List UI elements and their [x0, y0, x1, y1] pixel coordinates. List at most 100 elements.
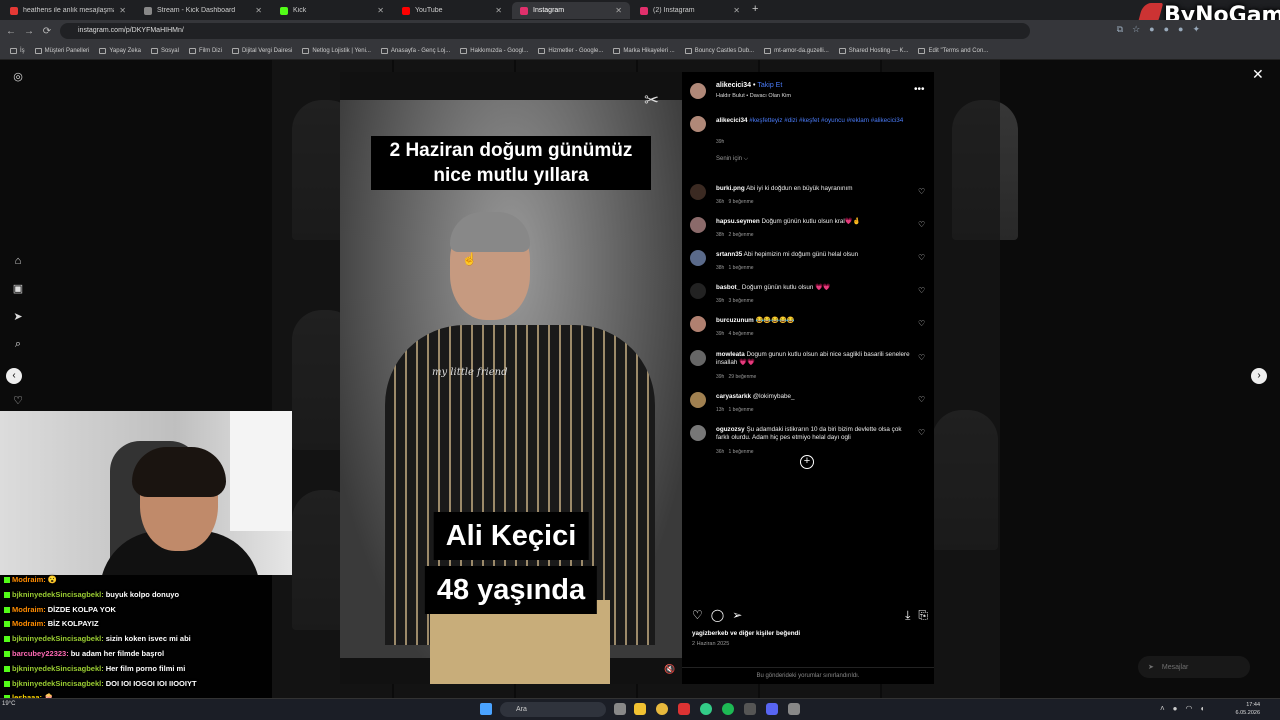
home-icon[interactable]: ⌂ [10, 255, 26, 267]
avatar[interactable] [690, 250, 706, 266]
back-icon[interactable]: ← [4, 26, 18, 37]
comment-username[interactable]: mowleata [716, 351, 745, 358]
comment-username[interactable]: oguzozsy [716, 426, 745, 433]
bookmark-item[interactable]: İş [10, 47, 25, 54]
heart-icon[interactable]: ♡ [918, 353, 925, 362]
instagram-logo-icon[interactable]: ◎ [10, 70, 26, 83]
windows-start-icon[interactable] [480, 703, 492, 715]
extension-icon[interactable]: ● [1149, 24, 1154, 35]
like-icon[interactable]: ♡ [692, 608, 703, 622]
app-icon[interactable] [788, 703, 800, 715]
app-icon[interactable] [678, 703, 690, 715]
network-icon[interactable]: ◠ [1186, 704, 1193, 713]
bookmark-item[interactable]: Edit "Terms and Con... [918, 47, 988, 54]
tab-instagram-2[interactable]: (2) Instagram ✕ [632, 2, 748, 19]
heart-icon[interactable]: ♡ [918, 253, 925, 262]
install-icon[interactable]: ⧉ [1117, 24, 1123, 35]
taskbar-search[interactable]: Ara [500, 702, 606, 717]
sort-dropdown[interactable]: Senin için ⌵ [716, 156, 748, 163]
volume-icon[interactable]: ◐ [1201, 704, 1206, 713]
comment-likes[interactable]: 9 beğenme [729, 199, 754, 205]
bookmark-star-icon[interactable]: ☆ [1132, 24, 1140, 35]
save-icon[interactable]: ⎘ [918, 608, 928, 622]
bookmark-item[interactable]: Film Dizi [188, 47, 222, 54]
share-icon[interactable]: ➢ [732, 608, 742, 622]
avatar[interactable] [690, 83, 706, 99]
tab-heathens[interactable]: heathens ile anlık mesajlaşma ✕ [2, 2, 134, 19]
comment-icon[interactable]: ◯ [711, 608, 724, 622]
author-username[interactable]: alikecici34 [716, 82, 751, 89]
puzzle-icon[interactable]: ✦ [1192, 24, 1200, 35]
comment-likes[interactable]: 1 beğenme [729, 449, 754, 455]
comment-username[interactable]: burki.png [716, 185, 745, 192]
tab-close-icon[interactable]: ✕ [495, 6, 502, 15]
search-icon[interactable]: ⌕ [10, 338, 26, 351]
tab-youtube[interactable]: YouTube ✕ [394, 2, 510, 19]
chevron-up-icon[interactable]: ˄ [1160, 704, 1165, 713]
heart-icon[interactable]: ♡ [918, 319, 925, 328]
tab-close-icon[interactable]: ✕ [255, 6, 262, 15]
bookmark-item[interactable]: Yapay Zeka [99, 47, 141, 54]
heart-icon[interactable]: ♡ [918, 187, 925, 196]
mute-icon[interactable]: 🔇 [664, 664, 675, 675]
caption-hashtags[interactable]: #keşfetteyiz #dizi #keşfet #oyuncu #rekl… [749, 117, 903, 124]
spotify-icon[interactable] [722, 703, 734, 715]
avatar[interactable] [690, 392, 706, 408]
comment-likes[interactable]: 1 beğenme [729, 407, 754, 413]
weather-widget[interactable]: 19°C [2, 701, 15, 707]
more-options-icon[interactable]: ••• [914, 84, 925, 95]
bookmark-item[interactable]: Sosyal [150, 47, 179, 54]
new-tab-button[interactable]: + [752, 3, 758, 15]
comment-username[interactable]: burcuzunum [716, 317, 754, 324]
comment-username[interactable]: srtann35 [716, 251, 742, 258]
next-post-button[interactable]: › [1251, 368, 1267, 384]
comment-username[interactable]: basbot_ [716, 284, 740, 291]
bookmark-item[interactable]: Anasayfa - Genç Loj... [380, 47, 450, 54]
extension-icon[interactable]: ● [1164, 24, 1169, 35]
bookmark-item[interactable]: mt-amor-da.guzelli... [764, 47, 829, 54]
file-explorer-icon[interactable] [634, 703, 646, 715]
avatar[interactable] [690, 425, 706, 441]
bookmark-item[interactable]: Hakkımızda - Googl... [460, 47, 528, 54]
app-icon[interactable] [744, 703, 756, 715]
comment-likes[interactable]: 4 beğenme [729, 331, 754, 337]
avatar[interactable] [690, 350, 706, 366]
forward-icon[interactable]: → [22, 26, 36, 37]
bookmark-item[interactable]: Müşteri Panelleri [34, 47, 89, 54]
comment-likes[interactable]: 1 beğenme [729, 265, 754, 271]
bookmark-item[interactable]: Dijital Vergi Dairesi [231, 47, 292, 54]
avatar[interactable] [690, 184, 706, 200]
close-modal-button[interactable]: ✕ [1252, 66, 1264, 83]
reload-icon[interactable]: ⟳ [40, 26, 54, 37]
comment-likes[interactable]: 2 beğenme [729, 232, 754, 238]
bookmark-item[interactable]: Netlog Lojistik | Yeni... [302, 47, 371, 54]
heart-icon[interactable]: ♡ [918, 395, 925, 404]
avatar[interactable] [690, 316, 706, 332]
bookmark-item[interactable]: Bouncy Castles Dub... [684, 47, 754, 54]
tab-kick[interactable]: Kick ✕ [272, 2, 392, 19]
reel-video[interactable]: ✂ 2 Haziran doğum günümüz nice mutlu yıl… [340, 72, 682, 684]
heart-icon[interactable]: ♡ [918, 286, 925, 295]
bookmark-item[interactable]: Hizmetler - Google... [538, 47, 603, 54]
tab-kick-dashboard[interactable]: Stream - Kick Dashboard ✕ [136, 2, 270, 19]
chrome-icon[interactable] [700, 703, 712, 715]
avatar[interactable] [690, 283, 706, 299]
url-field[interactable]: instagram.com/p/DKYFMaHIHMn/ [60, 23, 1030, 39]
mic-icon[interactable]: ● [1173, 704, 1178, 713]
comment-likes[interactable]: 3 beğenme [729, 298, 754, 304]
tab-instagram[interactable]: Instagram ✕ [512, 2, 630, 19]
chrome-icon[interactable] [656, 703, 668, 715]
comment-username[interactable]: hapsu.seymen [716, 218, 760, 225]
comment-likes[interactable]: 29 beğenme [729, 374, 757, 380]
messages-icon[interactable]: ➤ [10, 310, 26, 323]
follow-button[interactable]: Takip Et [757, 82, 782, 89]
download-icon[interactable]: ⤓ [905, 608, 910, 622]
heart-icon[interactable]: ♡ [918, 428, 925, 437]
tab-close-icon[interactable]: ✕ [733, 6, 740, 15]
tab-close-icon[interactable]: ✕ [119, 6, 126, 15]
task-view-icon[interactable] [614, 703, 626, 715]
caption-username[interactable]: alikecici34 [716, 117, 748, 124]
load-more-comments-icon[interactable]: + [800, 455, 814, 469]
discord-icon[interactable] [766, 703, 778, 715]
comment-username[interactable]: caryastarkk [716, 393, 751, 400]
